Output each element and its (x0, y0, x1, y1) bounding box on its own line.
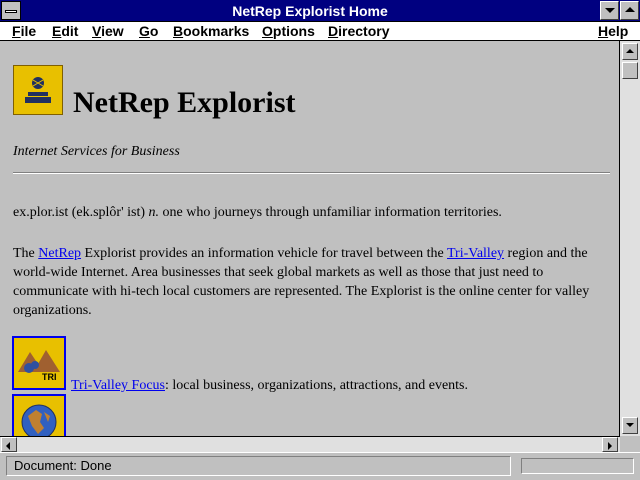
scroll-down-arrow-icon (626, 423, 634, 427)
tri-valley-link[interactable]: Tri-Valley (447, 246, 504, 261)
menu-file[interactable]: File (12, 23, 36, 39)
vertical-scrollbar[interactable] (620, 41, 640, 436)
vertical-scroll-thumb[interactable] (622, 62, 638, 79)
tri-valley-graphic: TRI (14, 338, 64, 388)
tri-valley-focus-desc: : local business, organizations, attract… (165, 378, 469, 393)
page-title: NetRep Explorist (73, 86, 296, 119)
status-bar: Document: Done (0, 452, 640, 480)
minimize-icon (605, 8, 615, 13)
scroll-right-button[interactable] (602, 437, 618, 452)
definition-meaning: one who journeys through unfamiliar info… (162, 205, 502, 220)
tri-icon-label: TRI (42, 372, 57, 382)
menu-bookmarks[interactable]: Bookmarks (173, 23, 249, 39)
scroll-up-button[interactable] (622, 43, 638, 60)
window-title: NetRep Explorist Home (232, 3, 388, 19)
progress-indicator (521, 458, 634, 474)
intro-paragraph: The NetRep Explorist provides an informa… (13, 244, 613, 320)
definition-line: ex.plor.ist (ek.splôr' ist) n. one who j… (13, 205, 502, 221)
definition-word: ex.plor.ist (ek.splôr' ist) (13, 205, 146, 220)
minimize-button[interactable] (600, 1, 619, 20)
intro-text-1: The (13, 246, 39, 261)
horizontal-scrollbar[interactable] (0, 436, 620, 452)
menu-help[interactable]: Help (598, 23, 628, 39)
scroll-left-button[interactable] (1, 437, 17, 452)
scroll-down-button[interactable] (622, 417, 638, 434)
menu-options[interactable]: Options (262, 23, 315, 39)
status-text: Document: Done (6, 456, 511, 476)
scroll-up-arrow-icon (626, 49, 634, 53)
page-tagline: Internet Services for Business (13, 144, 180, 159)
netrep-link[interactable]: NetRep (38, 246, 81, 261)
intro-text-2: Explorist provides an information vehicl… (81, 246, 447, 261)
menu-bar: File Edit View Go Bookmarks Options Dire… (0, 22, 640, 41)
scroll-left-arrow-icon (6, 442, 10, 450)
maximize-icon (625, 7, 635, 12)
system-menu-button[interactable] (1, 1, 21, 20)
title-bar: NetRep Explorist Home (0, 0, 640, 22)
definition-pos: n. (148, 205, 160, 220)
scrollbar-corner (620, 436, 640, 452)
explorist-logo-icon (13, 65, 63, 115)
menu-edit[interactable]: Edit (52, 23, 78, 39)
world-globe-icon[interactable] (12, 394, 66, 436)
menu-directory[interactable]: Directory (328, 23, 389, 39)
page-content: NetRep Explorist Internet Services for B… (0, 41, 620, 436)
tri-valley-focus-line: Tri-Valley Focus: local business, organi… (71, 378, 468, 394)
maximize-button[interactable] (620, 1, 639, 20)
menu-view[interactable]: View (92, 23, 124, 39)
system-menu-icon (5, 10, 17, 13)
menu-go[interactable]: Go (139, 23, 158, 39)
tri-valley-focus-link[interactable]: Tri-Valley Focus (71, 378, 165, 393)
horizontal-rule (13, 172, 610, 174)
browser-window: NetRep Explorist Home File Edit View Go … (0, 0, 640, 480)
globe-graphic (14, 396, 64, 436)
tri-valley-focus-icon[interactable]: TRI (12, 336, 66, 390)
scroll-right-arrow-icon (608, 442, 612, 450)
logo-graphic (14, 66, 62, 114)
